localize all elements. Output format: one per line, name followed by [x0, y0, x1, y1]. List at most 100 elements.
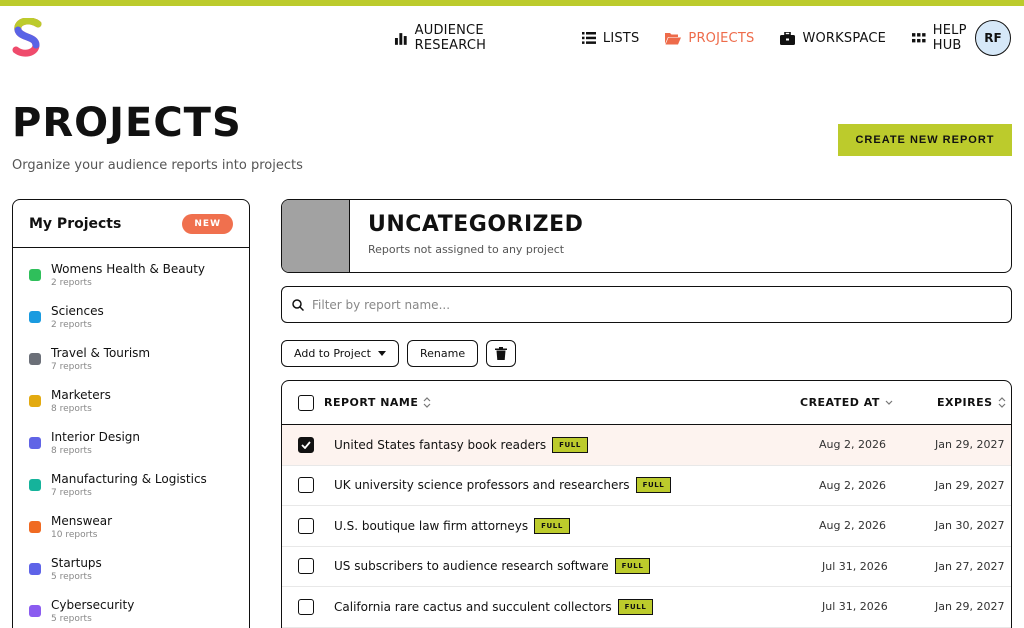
user-avatar[interactable]: RF	[975, 20, 1011, 56]
project-item[interactable]: Sciences 2 reports	[13, 302, 249, 344]
project-color-swatch	[29, 311, 41, 323]
column-label: EXPIRES	[937, 396, 993, 409]
row-checkbox[interactable]	[298, 477, 314, 494]
project-name: Travel & Tourism	[51, 346, 151, 360]
rename-button[interactable]: Rename	[406, 340, 479, 367]
project-color-swatch	[29, 437, 41, 449]
filter-input[interactable]	[312, 297, 912, 312]
project-item[interactable]: Travel & Tourism 7 reports	[13, 344, 249, 386]
project-color-swatch	[29, 395, 41, 407]
project-name: Startups	[51, 556, 102, 570]
row-checkbox[interactable]	[298, 558, 314, 575]
logo-icon[interactable]	[12, 18, 42, 58]
report-name[interactable]: U.S. boutique law firm attorneys	[334, 519, 528, 533]
main-nav: AUDIENCE RESEARCH LISTS PROJECTS WORKSPA…	[394, 23, 1024, 53]
nav-label: LISTS	[602, 30, 640, 46]
row-checkbox[interactable]	[298, 598, 314, 615]
nav-audience-research[interactable]: AUDIENCE RESEARCH	[394, 23, 556, 53]
report-name[interactable]: California rare cactus and succulent col…	[334, 600, 612, 614]
briefcase-icon	[780, 31, 796, 45]
filter-box	[281, 286, 1012, 323]
table-row[interactable]: California rare cactus and succulent col…	[282, 587, 1011, 628]
table-row[interactable]: United States fantasy book readers FULL …	[282, 425, 1011, 466]
project-item[interactable]: Womens Health & Beauty 2 reports	[13, 260, 249, 302]
project-item[interactable]: Cybersecurity 5 reports	[13, 596, 249, 628]
project-name: Manufacturing & Logistics	[51, 472, 207, 486]
project-count: 5 reports	[51, 572, 92, 582]
project-color-swatch	[29, 521, 41, 533]
created-date: Jul 31, 2026	[822, 559, 888, 573]
select-all-checkbox[interactable]	[298, 395, 314, 411]
sort-icon	[998, 397, 1005, 408]
project-name: Interior Design	[51, 430, 141, 444]
project-color-swatch	[29, 605, 41, 617]
project-count: 7 reports	[51, 488, 92, 498]
project-count: 2 reports	[51, 320, 92, 330]
full-badge: FULL	[635, 477, 672, 494]
table-row[interactable]: US subscribers to audience research soft…	[282, 547, 1011, 587]
expires-date: Jan 29, 2027	[935, 438, 1005, 452]
expires-date: Jan 29, 2027	[935, 478, 1005, 492]
project-name: Sciences	[51, 304, 104, 318]
sort-desc-icon	[885, 400, 893, 405]
project-count: 2 reports	[51, 278, 92, 288]
table-row[interactable]: UK university science professors and res…	[282, 466, 1011, 506]
project-color-swatch	[29, 353, 41, 365]
full-badge: FULL	[614, 558, 651, 575]
category-subtitle: Reports not assigned to any project	[368, 243, 565, 256]
category-header-card: UNCATEGORIZED Reports not assigned to an…	[281, 199, 1012, 273]
reports-table: REPORT NAME CREATED AT EXPIRES United St…	[281, 380, 1012, 628]
expires-date: Jan 27, 2027	[935, 559, 1005, 573]
expires-date: Jan 30, 2027	[935, 519, 1005, 533]
report-name[interactable]: UK university science professors and res…	[334, 478, 630, 492]
list-icon	[581, 32, 596, 44]
search-icon	[292, 298, 304, 311]
grid-dots-icon	[912, 33, 926, 43]
project-item[interactable]: Manufacturing & Logistics 7 reports	[13, 470, 249, 512]
nav-projects[interactable]: PROJECTS	[665, 31, 754, 46]
column-label: CREATED AT	[800, 396, 880, 409]
project-item[interactable]: Menswear 10 reports	[13, 512, 249, 554]
project-item[interactable]: Interior Design 8 reports	[13, 428, 249, 470]
full-badge: FULL	[534, 517, 570, 534]
nav-label: PROJECTS	[688, 30, 755, 46]
column-expires[interactable]: EXPIRES	[937, 396, 1006, 409]
project-count: 5 reports	[51, 614, 92, 624]
bar-chart-icon	[394, 33, 407, 45]
add-to-project-button[interactable]: Add to Project	[281, 340, 399, 367]
table-header: REPORT NAME CREATED AT EXPIRES	[282, 381, 1011, 425]
report-actions: Add to Project Rename	[281, 340, 524, 367]
check-icon	[301, 441, 311, 449]
row-checkbox[interactable]	[298, 517, 314, 534]
created-date: Aug 2, 2026	[819, 478, 886, 492]
nav-lists[interactable]: LISTS	[581, 30, 640, 46]
nav-workspace[interactable]: WORKSPACE	[780, 31, 886, 46]
report-name[interactable]: US subscribers to audience research soft…	[334, 559, 609, 573]
page-subtitle: Organize your audience reports into proj…	[12, 158, 303, 173]
category-title: UNCATEGORIZED	[368, 212, 584, 237]
expires-date: Jan 29, 2027	[935, 600, 1005, 614]
nav-label: AUDIENCE RESEARCH	[414, 23, 487, 53]
delete-button[interactable]	[486, 340, 517, 367]
project-item[interactable]: Marketers 8 reports	[13, 386, 249, 428]
nav-label: WORKSPACE	[802, 30, 887, 46]
folder-open-icon	[665, 32, 682, 44]
project-color-swatch	[29, 563, 41, 575]
table-row[interactable]: U.S. boutique law firm attorneys FULL Au…	[282, 506, 1011, 547]
sort-icon	[423, 397, 431, 408]
project-name: Marketers	[51, 388, 111, 402]
trash-icon	[495, 347, 508, 360]
report-name[interactable]: United States fantasy book readers	[334, 438, 546, 452]
created-date: Aug 2, 2026	[819, 438, 886, 452]
full-badge: FULL	[552, 436, 588, 453]
project-name: Womens Health & Beauty	[51, 262, 206, 276]
column-report-name[interactable]: REPORT NAME	[324, 396, 431, 409]
project-count: 8 reports	[51, 404, 92, 414]
create-new-report-button[interactable]: CREATE NEW REPORT	[838, 124, 1012, 156]
project-item[interactable]: Startups 5 reports	[13, 554, 249, 596]
project-count: 10 reports	[51, 530, 98, 540]
new-project-badge[interactable]: NEW	[182, 213, 233, 234]
column-created-at[interactable]: CREATED AT	[800, 396, 893, 409]
row-checkbox[interactable]	[298, 436, 314, 453]
projects-sidebar: My Projects NEW Womens Health & Beauty 2 …	[12, 199, 250, 628]
